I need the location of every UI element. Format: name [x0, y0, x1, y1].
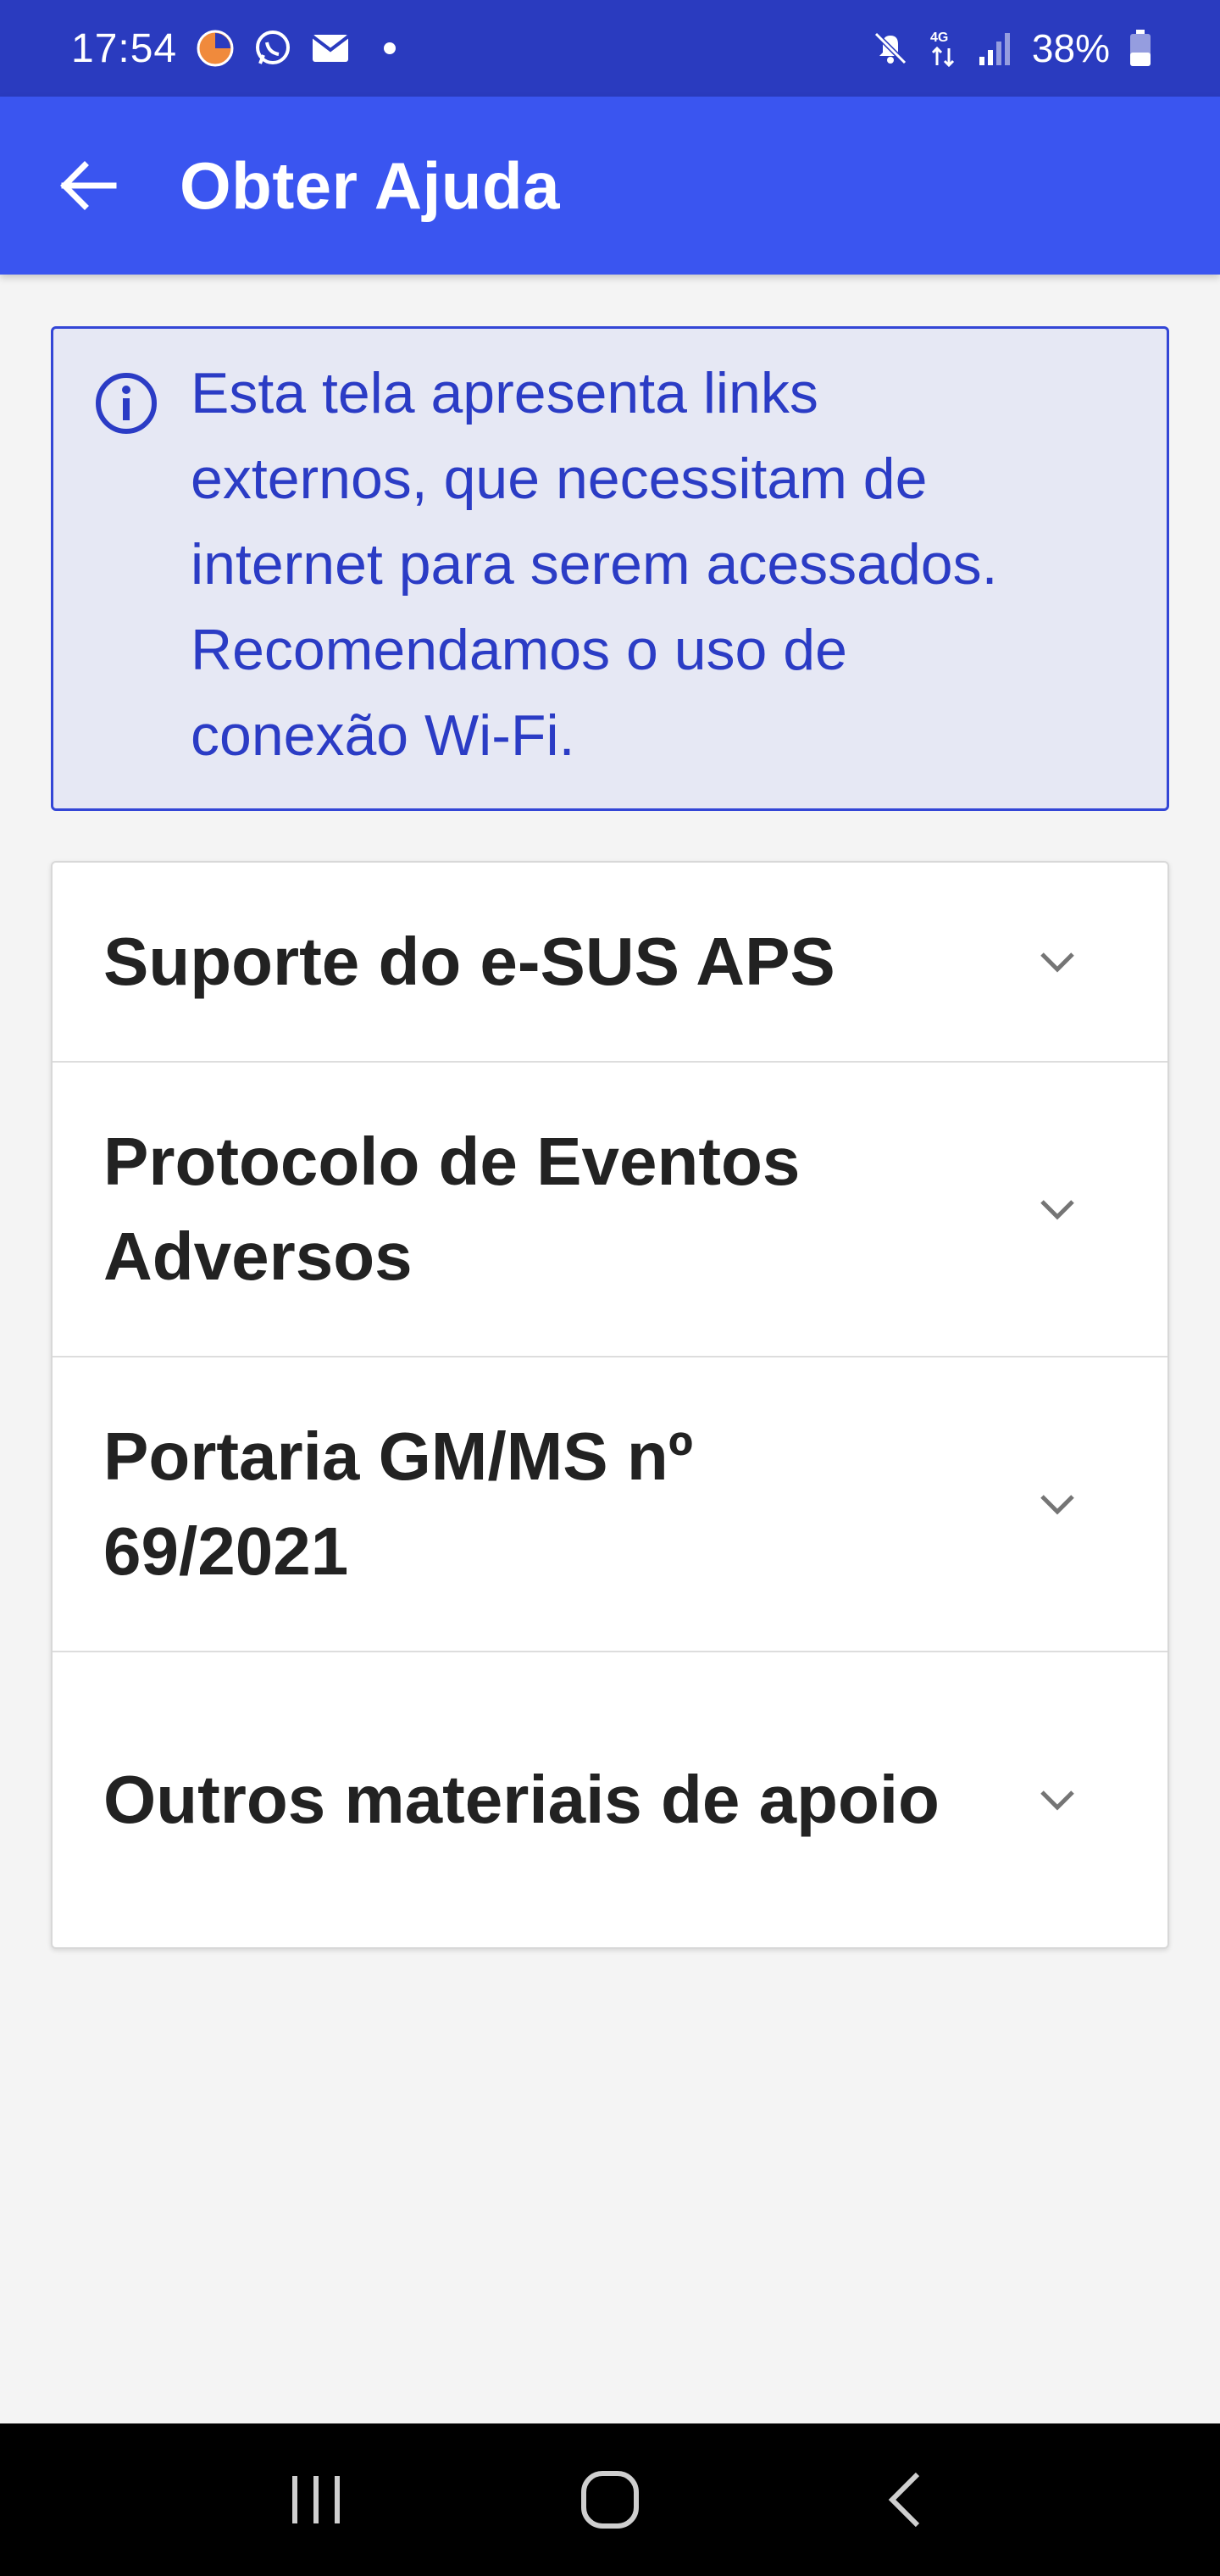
info-line: conexão Wi-Fi.: [191, 703, 575, 768]
status-time: 17:54: [71, 25, 178, 71]
accordion-item-label: Outros materiais de apoio: [103, 1762, 940, 1837]
info-line: Esta tela apresenta links: [191, 361, 818, 425]
info-line: Recomendamos o uso de: [191, 618, 847, 682]
back-button[interactable]: [37, 135, 139, 236]
info-icon: [96, 373, 157, 434]
accordion-item-suporte[interactable]: Suporte do e-SUS APS: [53, 863, 1167, 1063]
chevron-down-icon: [1040, 1200, 1074, 1220]
accordion-item-label: Portaria GM/MS nº 69/2021: [103, 1418, 693, 1589]
battery-percent: 38%: [1031, 26, 1110, 70]
accordion-item-label: Suporte do e-SUS APS: [103, 924, 835, 999]
recent-apps-button[interactable]: [265, 2449, 367, 2551]
mute-icon: [873, 31, 907, 65]
info-line: internet para serem acessados.: [191, 532, 998, 597]
notification-dot: [384, 42, 396, 54]
accordion-item-label: Protocolo de Eventos Adversos: [103, 1124, 801, 1294]
app-bar: Obter Ajuda: [0, 97, 1220, 275]
accordion-item-protocolo[interactable]: Protocolo de Eventos Adversos: [53, 1063, 1167, 1357]
chevron-down-icon: [1040, 952, 1074, 973]
arrow-left-icon: [60, 161, 117, 210]
status-right: 4G 38%: [871, 25, 1152, 71]
info-notice: Esta tela apresenta links externos, que …: [51, 326, 1169, 811]
system-back-button[interactable]: [853, 2449, 955, 2551]
page-title: Obter Ajuda: [180, 147, 560, 223]
clock-app-icon: [197, 30, 234, 67]
home-icon: [580, 2471, 639, 2529]
chevron-down-icon: [1040, 1495, 1074, 1515]
system-nav-bar: [0, 2423, 1220, 2576]
svg-text:4G: 4G: [930, 31, 948, 45]
info-line: externos, que necessitam de: [191, 447, 928, 511]
status-bar: 17:54 4G 38%: [0, 0, 1220, 97]
info-text: Esta tela apresenta links externos, que …: [191, 351, 998, 808]
data-4g-icon: 4G: [930, 31, 954, 68]
help-accordion: Suporte do e-SUS APS Protocolo de Evento…: [51, 861, 1169, 1949]
whatsapp-icon: [256, 31, 291, 64]
back-icon: [888, 2472, 919, 2528]
mail-icon: [311, 35, 350, 62]
accordion-item-outros[interactable]: Outros materiais de apoio: [53, 1652, 1167, 1947]
status-left: 17:54: [71, 25, 396, 72]
accordion-item-portaria[interactable]: Portaria GM/MS nº 69/2021: [53, 1357, 1167, 1652]
battery-icon: [1130, 30, 1151, 66]
recent-apps-icon: [292, 2476, 341, 2523]
signal-icon: [979, 33, 1010, 65]
chevron-down-icon: [1040, 1790, 1074, 1811]
home-button[interactable]: [559, 2449, 661, 2551]
